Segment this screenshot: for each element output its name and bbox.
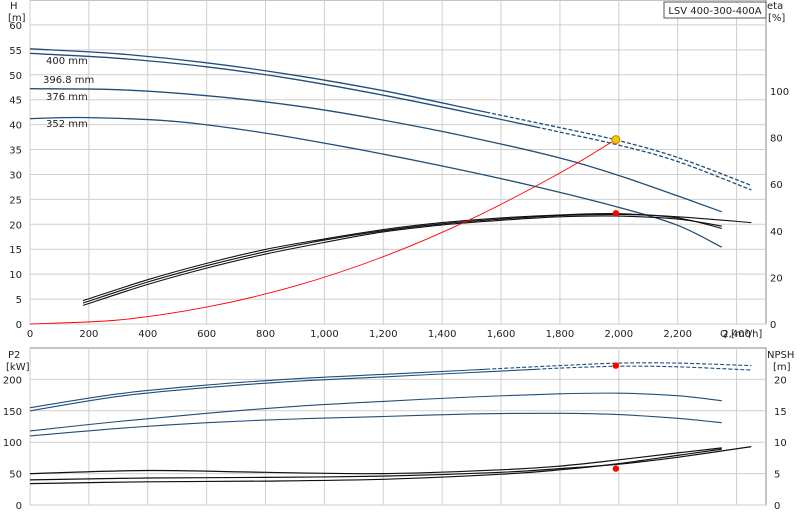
power-point-marker bbox=[612, 362, 620, 369]
top-right-tick-label: 80 bbox=[770, 134, 783, 145]
duty-point-marker bbox=[611, 135, 621, 145]
x-tick-label: 200 bbox=[79, 329, 98, 340]
x-tick-label: 2,000 bbox=[604, 329, 633, 340]
top-left-tick-label: 15 bbox=[9, 245, 22, 256]
x-tick-label: 800 bbox=[256, 329, 275, 340]
x-tick-label: 600 bbox=[197, 329, 216, 340]
top-right-tick-label: 0 bbox=[770, 320, 776, 331]
top-left-tick-label: 5 bbox=[16, 295, 22, 306]
bottom-left-tick-label: 50 bbox=[9, 470, 22, 481]
x-tick-label: 2,200 bbox=[663, 329, 692, 340]
bottom-left-tick-label: 200 bbox=[3, 375, 22, 386]
bottom-left-tick-label: 0 bbox=[16, 501, 22, 512]
top-left-tick-label: 10 bbox=[9, 270, 22, 281]
bottom-right-tick-label: 5 bbox=[774, 470, 780, 481]
top-left-tick-label: 25 bbox=[9, 195, 22, 206]
top-right-tick-label: 60 bbox=[770, 180, 783, 191]
bottom-left-tick-label: 100 bbox=[3, 438, 22, 449]
curve-label-400: 400 mm bbox=[46, 56, 88, 67]
bottom-left-ylabel-2: [kW] bbox=[6, 362, 30, 373]
x-tick-label: 1,000 bbox=[310, 329, 339, 340]
top-left-tick-label: 40 bbox=[9, 121, 22, 132]
top-right-ylabel-1: eta bbox=[767, 1, 783, 12]
curve-label-376: 376 mm bbox=[46, 92, 88, 103]
bottom-left-ylabel-1: P2 bbox=[8, 350, 20, 361]
top-left-tick-label: 50 bbox=[9, 71, 22, 82]
top-right-tick-label: 20 bbox=[770, 273, 783, 284]
efficiency-point-marker bbox=[612, 210, 620, 217]
top-plot-frame bbox=[29, 0, 767, 325]
x-tick-label: 1,800 bbox=[546, 329, 575, 340]
top-left-tick-label: 30 bbox=[9, 170, 22, 181]
x-tick-label: 0 bbox=[27, 329, 33, 340]
bottom-right-ylabel-1: NPSH bbox=[767, 350, 794, 361]
x-tick-label: 1,600 bbox=[487, 329, 516, 340]
bottom-right-tick-label: 10 bbox=[774, 438, 787, 449]
curve-label-352: 352 mm bbox=[46, 119, 88, 130]
curve-label-396: 396.8 mm bbox=[43, 75, 94, 86]
top-left-tick-label: 55 bbox=[9, 46, 22, 57]
bottom-right-tick-label: 0 bbox=[774, 501, 780, 512]
top-xlabel: Q [m³/h] bbox=[720, 329, 762, 340]
top-left-tick-label: 20 bbox=[9, 220, 22, 231]
bottom-right-ylabel-2: [m] bbox=[773, 362, 791, 373]
x-tick-label: 400 bbox=[138, 329, 157, 340]
x-tick-label: 1,400 bbox=[428, 329, 457, 340]
bottom-right-tick-label: 20 bbox=[774, 375, 787, 386]
top-left-tick-label: 45 bbox=[9, 96, 22, 107]
top-left-tick-label: 35 bbox=[9, 146, 22, 157]
model-title: LSV 400-300-400A bbox=[668, 6, 761, 17]
pump-performance-chart: 0 200 400 600 800 1,000 1,200 1,400 1,600 1,800 2,… bbox=[3, 0, 794, 512]
top-right-tick-label: 40 bbox=[770, 227, 783, 238]
bottom-left-tick-label: 150 bbox=[3, 407, 22, 418]
top-left-ylabel-2: [m] bbox=[8, 13, 26, 24]
top-right-tick-label: 100 bbox=[770, 87, 789, 98]
npsh-point-marker bbox=[612, 465, 620, 472]
top-right-ylabel-2: [%] bbox=[768, 13, 785, 24]
x-tick-label: 1,200 bbox=[369, 329, 398, 340]
top-left-tick-label: 0 bbox=[16, 320, 22, 331]
top-left-ylabel-1: H bbox=[10, 1, 18, 12]
bottom-right-tick-label: 15 bbox=[774, 407, 787, 418]
